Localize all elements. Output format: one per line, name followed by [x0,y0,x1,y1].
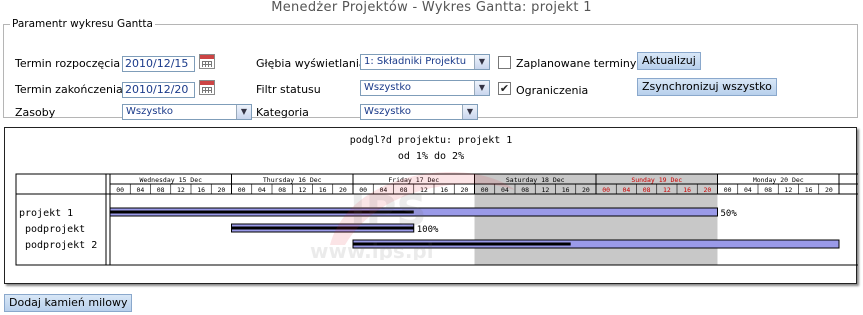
hour-label: 16 [440,186,448,194]
hour-label: 16 [562,186,570,194]
sync-all-button[interactable]: Zsynchronizuj wszystko [637,78,777,96]
hour-label: 12 [663,186,671,194]
hour-label: 00 [116,186,124,194]
calendar-icon[interactable] [199,54,215,69]
status-filter-label: Filtr statusu [256,83,321,96]
status-filter-value: Wszystko [364,82,411,93]
task-progress-bar [353,242,571,246]
task-progress-bar [110,210,414,214]
hour-label: 08 [278,186,286,194]
hour-label: 12 [784,186,792,194]
hour-label: 12 [541,186,549,194]
hour-label: 20 [703,186,711,194]
gantt-parameters-panel: Paramentr wykresu Gantta Termin rozpoczę… [3,18,858,120]
category-select-value: Wszystko [364,106,411,117]
day-label: Thursday 16 Dec [263,176,322,184]
depth-select[interactable]: 1: Składniki Projektu ▼ [360,54,490,70]
limits-checkbox[interactable]: ✔ [498,82,511,95]
hour-label: 08 [764,186,772,194]
category-label: Kategoria [256,106,309,119]
hour-label: 08 [521,186,529,194]
chevron-down-icon: ▼ [236,105,251,119]
hour-label: 08 [400,186,408,194]
hour-label: 00 [238,186,246,194]
gantt-subtitle: od 1% do 2% [398,151,464,162]
depth-label: Głębia wyświetlania [256,57,366,70]
chevron-down-icon: ▼ [474,81,489,95]
day-label: Sunday 19 Dec [631,176,682,184]
hour-label: 20 [339,186,347,194]
hour-label: 16 [319,186,327,194]
task-name: projekt 1 [19,208,73,219]
task-name: podprojekt 2 [25,240,97,251]
hour-label: 16 [197,186,205,194]
hour-label: 04 [258,186,266,194]
resources-select-value: Wszystko [126,106,173,117]
hour-label: 00 [481,186,489,194]
chevron-down-icon: ▼ [462,105,477,119]
status-filter-select[interactable]: Wszystko ▼ [360,80,490,96]
day-label: Wednesday 15 Dec [139,176,202,184]
depth-select-value: 1: Składniki Projektu [364,56,467,67]
update-button[interactable]: Aktualizuj [637,52,701,70]
planned-dates-checkbox[interactable] [498,56,511,69]
end-date-field[interactable]: 2010/12/20 [122,82,195,98]
day-label: Friday 17 Dec [388,176,439,184]
page-title: Menedżer Projektów - Wykres Gantta: proj… [271,0,592,15]
hour-label: 00 [602,186,610,194]
hour-label: 04 [744,186,752,194]
hour-label: 00 [724,186,732,194]
gantt-chart-svg: podgl?d projektu: projekt 1 od 1% do 2% We… [15,135,858,266]
task-name: podprojekt [25,224,85,235]
task-progress-label: 100% [417,225,439,235]
day-label: Saturday 18 Dec [506,176,565,184]
hour-label: 04 [622,186,630,194]
hour-label: 20 [217,186,225,194]
limits-label: Ograniczenia [516,84,589,97]
resources-label: Zasoby [15,106,56,119]
hour-label: 20 [460,186,468,194]
end-date-label: Termin zakończenia [15,83,123,96]
chevron-down-icon: ▼ [474,55,489,69]
hour-label: 20 [582,186,590,194]
add-milestone-button[interactable]: Dodaj kamień milowy [4,294,133,312]
hour-label: 16 [805,186,813,194]
task-progress-label: 50% [721,209,738,219]
start-date-field[interactable]: 2010/12/15 [122,56,195,72]
hour-label: 08 [157,186,165,194]
hour-label: 20 [825,186,833,194]
hour-label: 12 [420,186,428,194]
hour-label: 12 [298,186,306,194]
hour-label: 04 [501,186,509,194]
category-select[interactable]: Wszystko ▼ [360,104,478,120]
params-legend: Paramentr wykresu Gantta [12,18,153,30]
gantt-title: podgl?d projektu: projekt 1 [350,135,513,146]
gantt-chart: podgl?d projektu: projekt 1 od 1% do 2% We… [4,127,858,284]
calendar-icon[interactable] [199,80,215,95]
hour-label: 00 [359,186,367,194]
task-progress-bar [231,226,414,230]
day-label: Monday 20 Dec [753,176,804,184]
hour-label: 04 [379,186,387,194]
resources-select[interactable]: Wszystko ▼ [122,104,252,120]
planned-dates-label: Zaplanowane terminy [516,57,637,70]
hour-label: 04 [136,186,144,194]
hour-label: 16 [683,186,691,194]
hour-label: 12 [177,186,185,194]
hour-label: 08 [643,186,651,194]
start-date-label: Termin rozpoczęcia [15,57,121,70]
